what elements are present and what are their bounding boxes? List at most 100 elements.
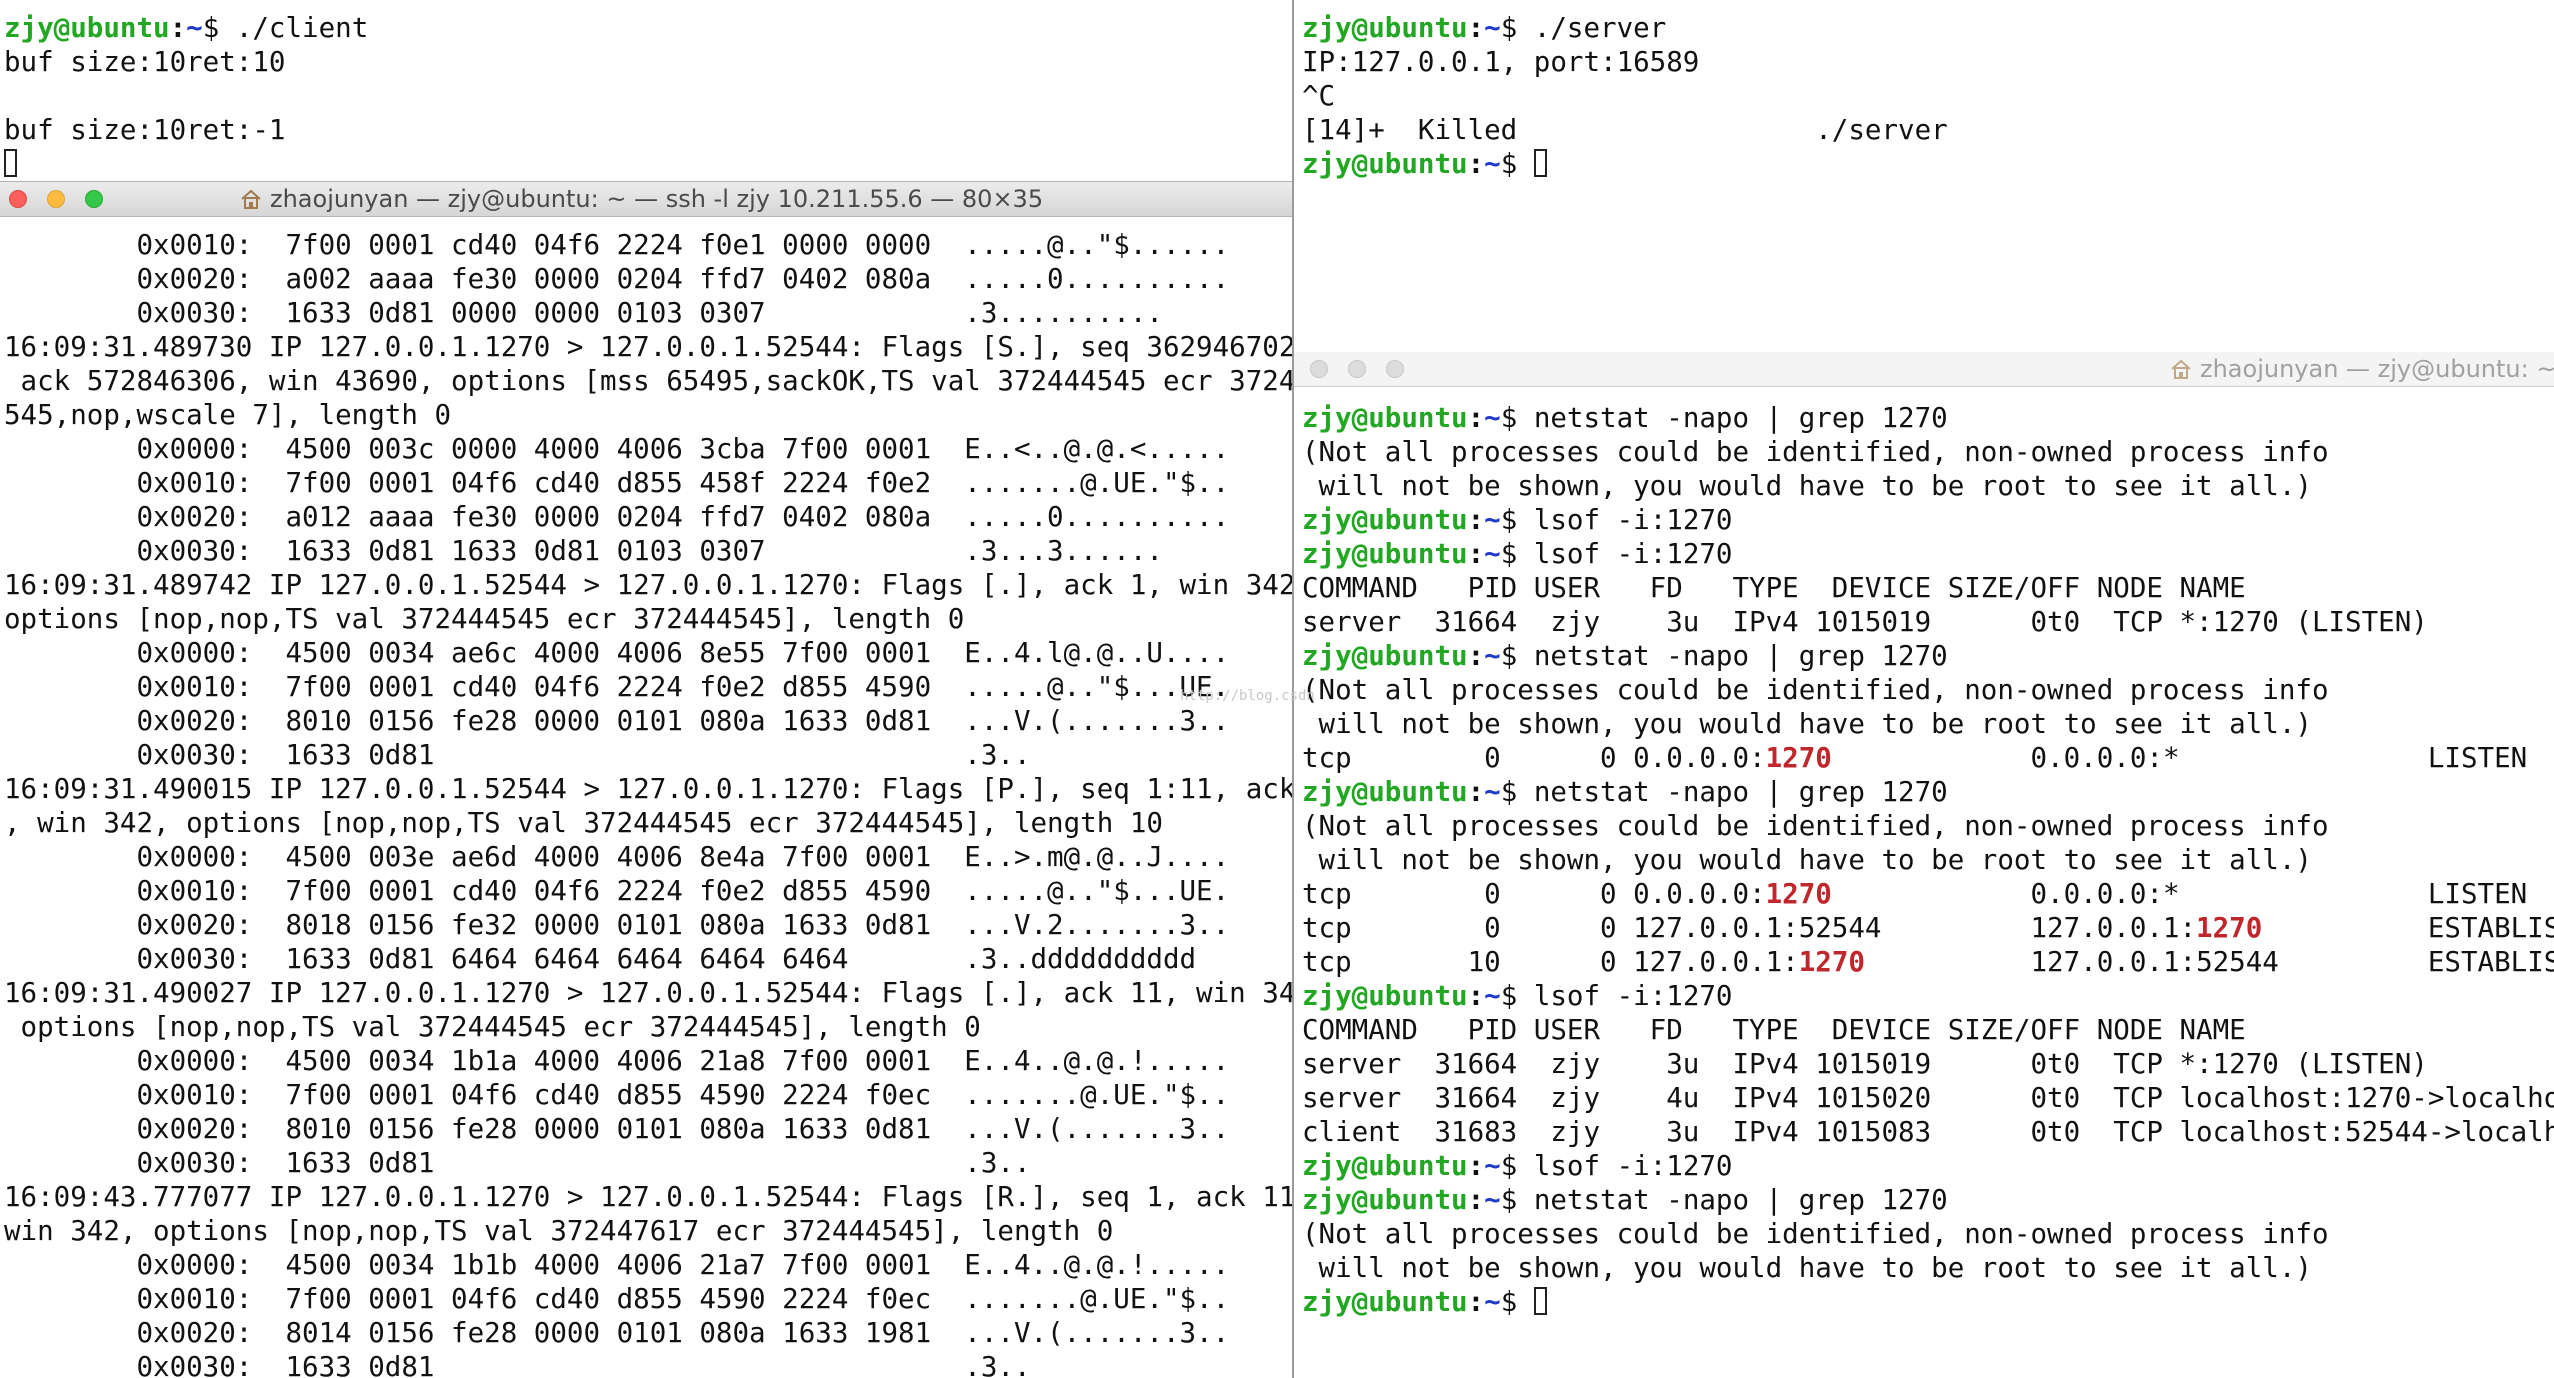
terminal-line: zjy@ubuntu:~$ (1302, 1285, 2554, 1319)
prompt-path: ~ (1484, 504, 1501, 536)
tcpdump-window-titlebar[interactable]: zhaojunyan — zjy@ubuntu: ~ — ssh -l zjy … (0, 182, 1292, 217)
tcpdump-window-title: zhaojunyan — zjy@ubuntu: ~ — ssh -l zjy … (240, 182, 1043, 216)
terminal-text: (Not all processes could be identified, … (1302, 674, 2329, 706)
terminal-line: 0x0020: 8010 0156 fe28 0000 0101 080a 16… (4, 1112, 1292, 1146)
server-terminal-text: zjy@ubuntu:~$ ./server IP:127.0.0.1, port… (1302, 11, 1948, 181)
terminal-line: tcp 10 0 127.0.0.1:1270 127.0.0.1:52544 … (1302, 945, 2554, 979)
terminal-line: win 342, options [nop,nop,TS val 3724476… (4, 1214, 1292, 1248)
server-terminal[interactable]: zjy@ubuntu:~$ ./server IP:127.0.0.1, port… (1294, 0, 2554, 352)
netstat-output: zjy@ubuntu:~$ netstat -napo | grep 1270(… (1302, 401, 2554, 1319)
terminal-line: zjy@ubuntu:~$ ./server (1302, 11, 1948, 45)
prompt-sep: : (1467, 12, 1485, 44)
terminal-line: 16:09:31.489742 IP 127.0.0.1.52544 > 127… (4, 568, 1292, 602)
minimize-button[interactable] (47, 190, 65, 208)
prompt-user: zjy@ubuntu (1302, 1286, 1468, 1318)
terminal-text: COMMAND PID USER FD TYPE DEVICE SIZE/OFF… (1302, 1014, 2246, 1046)
prompt-path: ~ (1484, 1184, 1501, 1216)
terminal-line: zjy@ubuntu:~$ lsof -i:1270 (1302, 537, 2554, 571)
terminal-cursor (4, 149, 17, 177)
prompt-user: zjy@ubuntu (1302, 504, 1468, 536)
prompt-sep: : (169, 12, 187, 44)
minimize-button-inactive[interactable] (1348, 360, 1366, 378)
terminal-text: tcp 0 0 127.0.0.1:52544 127.0.0.1: (1302, 912, 2197, 944)
terminal-line: will not be shown, you would have to be … (1302, 707, 2554, 741)
zoom-button-inactive[interactable] (1386, 360, 1404, 378)
hl: 1270 (1798, 946, 1865, 978)
prompt-path: ~ (1484, 1286, 1501, 1318)
terminal-text: 16:09:31.489742 IP 127.0.0.1.52544 > 127… (4, 569, 1292, 601)
zoom-button[interactable] (85, 190, 103, 208)
tcpdump-window-title-text: zhaojunyan — zjy@ubuntu: ~ — ssh -l zjy … (270, 185, 1044, 213)
close-button-inactive[interactable] (1310, 360, 1328, 378)
terminal-line: COMMAND PID USER FD TYPE DEVICE SIZE/OFF… (1302, 571, 2554, 605)
prompt-path: ~ (1484, 1150, 1501, 1182)
terminal-text: will not be shown, you would have to be … (1302, 1252, 2312, 1284)
terminal-line: tcp 0 0 0.0.0.0:1270 0.0.0.0:* LISTEN (1302, 877, 2554, 911)
terminal-text: 0x0000: 4500 0034 1b1a 4000 4006 21a8 7f… (4, 1045, 1230, 1077)
terminal-text: 16:09:43.777077 IP 127.0.0.1.1270 > 127.… (4, 1181, 1292, 1213)
terminal-line: 0x0030: 1633 0d81 .3.. (4, 1146, 1292, 1180)
terminal-text: 0x0010: 7f00 0001 04f6 cd40 d855 4590 22… (4, 1079, 1230, 1111)
hl: 1270 (1765, 878, 1832, 910)
close-button[interactable] (9, 190, 27, 208)
terminal-text: 0x0030: 1633 0d81 .3.. (4, 739, 1031, 771)
terminal-text: server 31664 zjy 3u IPv4 1015019 0t0 TCP… (1302, 606, 2428, 638)
netstat-window[interactable]: zhaojunyan — zjy@ubuntu: ~ zjy@ubuntu:~$… (1294, 352, 2554, 1378)
terminal-line: 16:09:31.489730 IP 127.0.0.1.1270 > 127.… (4, 330, 1292, 364)
terminal-text: 0x0030: 1633 0d81 1633 0d81 0103 0307 .3… (4, 535, 1163, 567)
prompt-path: ~ (1484, 776, 1501, 808)
prompt-user: zjy@ubuntu (1302, 776, 1468, 808)
terminal-line: ^C (1302, 79, 1948, 113)
terminal-line: COMMAND PID USER FD TYPE DEVICE SIZE/OFF… (1302, 1013, 2554, 1047)
terminal-line: 0x0010: 7f00 0001 cd40 04f6 2224 f0e2 d8… (4, 670, 1292, 704)
prompt-sep: : (1467, 1286, 1485, 1318)
prompt-path: ~ (1484, 402, 1501, 434)
terminal-text: server 31664 zjy 3u IPv4 1015019 0t0 TCP… (1302, 1048, 2428, 1080)
terminal-line: server 31664 zjy 3u IPv4 1015019 0t0 TCP… (1302, 1047, 2554, 1081)
terminal-text: 0.0.0.0:* LISTEN (1831, 878, 2528, 910)
terminal-text: 127.0.0.1:52544 ESTABLISHED (1864, 946, 2554, 978)
terminal-text: tcp 10 0 127.0.0.1: (1302, 946, 1799, 978)
terminal-line: server 31664 zjy 3u IPv4 1015019 0t0 TCP… (1302, 605, 2554, 639)
terminal-line: tcp 0 0 0.0.0.0:1270 0.0.0.0:* LISTEN (1302, 741, 2554, 775)
terminal-line: 0x0020: a012 aaaa fe30 0000 0204 ffd7 04… (4, 500, 1292, 534)
terminal-text: client 31683 zjy 3u IPv4 1015083 0t0 TCP… (1302, 1116, 2554, 1148)
terminal-text: [14]+ Killed ./server (1302, 114, 1948, 146)
terminal-text: ^C (1302, 80, 1336, 112)
prompt-user: zjy@ubuntu (1302, 402, 1468, 434)
netstat-window-titlebar[interactable]: zhaojunyan — zjy@ubuntu: ~ (1294, 352, 2554, 387)
terminal-text: $ ./client (202, 12, 369, 44)
netstat-window-title-text: zhaojunyan — zjy@ubuntu: ~ (2200, 355, 2554, 383)
prompt-user: zjy@ubuntu (1302, 1184, 1468, 1216)
client-terminal-text: zjy@ubuntu:~$ ./client buf size:10ret:10 b… (4, 11, 368, 180)
terminal-text: 0x0010: 7f00 0001 cd40 04f6 2224 f0e2 d8… (4, 875, 1230, 907)
terminal-text: COMMAND PID USER FD TYPE DEVICE SIZE/OFF… (1302, 572, 2246, 604)
terminal-line: 0x0010: 7f00 0001 04f6 cd40 d855 4590 22… (4, 1282, 1292, 1316)
prompt-user: zjy@ubuntu (1302, 640, 1468, 672)
terminal-line: 0x0000: 4500 003e ae6d 4000 4006 8e4a 7f… (4, 840, 1292, 874)
terminal-text: will not be shown, you would have to be … (1302, 470, 2312, 502)
prompt-sep: : (1467, 980, 1485, 1012)
terminal-line: 0x0030: 1633 0d81 1633 0d81 0103 0307 .3… (4, 534, 1292, 568)
terminal-line: tcp 0 0 127.0.0.1:52544 127.0.0.1:1270 E… (1302, 911, 2554, 945)
terminal-line: zjy@ubuntu:~$ lsof -i:1270 (1302, 979, 2554, 1013)
terminal-line: [14]+ Killed ./server (1302, 113, 1948, 147)
terminal-line: 0x0000: 4500 003c 0000 4000 4006 3cba 7f… (4, 432, 1292, 466)
terminal-line: 16:09:31.490027 IP 127.0.0.1.1270 > 127.… (4, 976, 1292, 1010)
terminal-line: 0x0020: 8014 0156 fe28 0000 0101 080a 16… (4, 1316, 1292, 1350)
terminal-text: 0x0020: 8018 0156 fe32 0000 0101 080a 16… (4, 909, 1230, 941)
terminal-text: 0x0010: 7f00 0001 cd40 04f6 2224 f0e1 00… (4, 229, 1230, 261)
terminal-line: zjy@ubuntu:~$ (1302, 147, 1948, 181)
terminal-text: 0x0030: 1633 0d81 6464 6464 6464 6464 64… (4, 943, 1197, 975)
prompt-sep: : (1467, 402, 1485, 434)
prompt-user: zjy@ubuntu (1302, 1150, 1468, 1182)
terminal-line: 0x0030: 1633 0d81 6464 6464 6464 6464 64… (4, 942, 1292, 976)
terminal-line: 0x0000: 4500 0034 1b1a 4000 4006 21a8 7f… (4, 1044, 1292, 1078)
client-terminal[interactable]: zjy@ubuntu:~$ ./client buf size:10ret:10 b… (0, 0, 1290, 180)
prompt-user: zjy@ubuntu (1302, 538, 1468, 570)
tcpdump-window[interactable]: zhaojunyan — zjy@ubuntu: ~ — ssh -l zjy … (0, 181, 1292, 1378)
prompt-path: ~ (1484, 12, 1501, 44)
terminal-line: client 31683 zjy 3u IPv4 1015083 0t0 TCP… (1302, 1115, 2554, 1149)
terminal-line: 0x0010: 7f00 0001 04f6 cd40 d855 4590 22… (4, 1078, 1292, 1112)
terminal-line: (Not all processes could be identified, … (1302, 435, 2554, 469)
